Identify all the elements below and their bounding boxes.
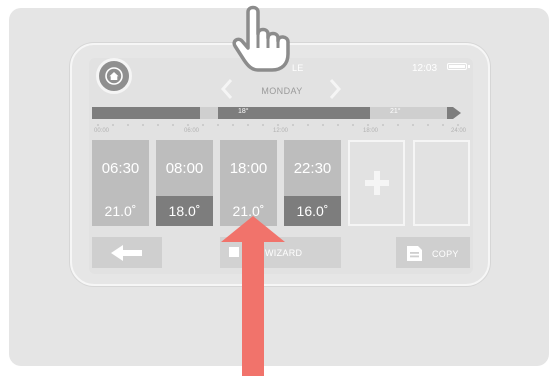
schedule-time: 22:30 — [284, 140, 341, 196]
timeline-hour-dots — [97, 124, 459, 126]
copy-button-label: COPY — [432, 249, 459, 259]
pointing-hand-icon — [232, 5, 290, 72]
timeline-temp-label: 18° — [238, 108, 249, 115]
schedule-card[interactable]: 08:00 18.0˚ — [156, 140, 213, 226]
schedule-temp: 18.0˚ — [156, 196, 213, 226]
battery-icon — [447, 63, 470, 70]
schedule-card[interactable]: 06:30 21.0˚ — [92, 140, 149, 226]
home-button[interactable] — [96, 58, 132, 94]
plus-icon — [364, 171, 389, 195]
day-label: MONDAY — [261, 86, 303, 96]
schedule-time: 08:00 — [156, 140, 213, 196]
day-timeline[interactable]: 18° 21° — [92, 107, 461, 119]
timeline-tick-label: 06:00 — [184, 128, 200, 134]
up-arrow-icon — [221, 216, 285, 376]
timeline-temp-label: 21° — [390, 108, 401, 115]
add-schedule-button[interactable] — [348, 140, 405, 226]
schedule-temp: 21.0˚ — [92, 196, 149, 226]
schedule-card[interactable]: 18:00 21.0˚ — [220, 140, 277, 226]
timeline-segment — [92, 107, 200, 119]
empty-schedule-slot — [413, 140, 470, 226]
schedule-temp: 16.0˚ — [284, 196, 341, 226]
timeline-segment — [200, 107, 218, 119]
clock: 12:03 — [412, 63, 438, 74]
timeline-tick-label: 18:00 — [363, 128, 379, 134]
chevron-right-icon[interactable] — [328, 78, 342, 100]
schedule-time: 06:30 — [92, 140, 149, 196]
schedule-time: 18:00 — [220, 140, 277, 196]
copy-icon — [407, 246, 422, 261]
timeline-end-arrow — [453, 107, 461, 119]
arrow-left-icon — [111, 244, 142, 261]
timeline-tick-label: 00:00 — [94, 128, 110, 134]
timeline-segment — [370, 107, 447, 119]
back-button[interactable] — [92, 237, 162, 268]
home-icon — [105, 67, 123, 85]
chevron-left-icon[interactable] — [220, 78, 234, 100]
schedule-card[interactable]: 22:30 16.0˚ — [284, 140, 341, 226]
timeline-tick-label: 12:00 — [273, 128, 289, 134]
timeline-tick-label: 24:00 — [451, 128, 467, 134]
